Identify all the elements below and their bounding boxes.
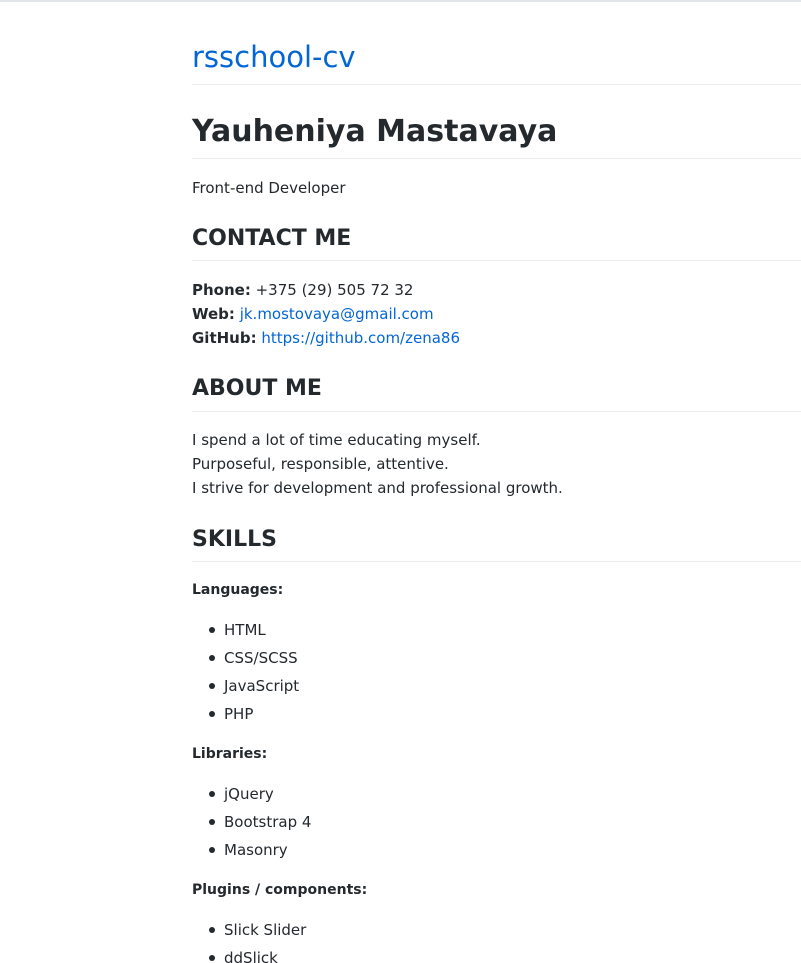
bullet-icon — [209, 627, 215, 633]
skills-group-label: Plugins / components: — [192, 882, 368, 898]
list-item-text: ddSlick — [224, 949, 278, 963]
list-item: JavaScript — [192, 672, 299, 700]
role-text: Front-end Developer — [192, 179, 346, 197]
about-line: Purposeful, responsible, attentive. — [192, 455, 449, 473]
list-item-text: jQuery — [224, 785, 274, 803]
about-line: I spend a lot of time educating myself. — [192, 431, 481, 449]
header-divider — [192, 84, 801, 85]
list-item: Slick Slider — [192, 916, 306, 944]
contact-heading: CONTACT ME — [192, 226, 352, 251]
skills-list: Slick Slider ddSlick — [192, 916, 306, 963]
list-item: jQuery — [192, 780, 311, 808]
bullet-icon — [209, 819, 215, 825]
list-item: PHP — [192, 700, 299, 728]
web-label: Web: — [192, 305, 235, 323]
about-line: I strive for development and professiona… — [192, 479, 563, 497]
skills-group-label: Languages: — [192, 582, 284, 598]
page-title: Yauheniya Mastavaya — [192, 114, 558, 149]
bullet-icon — [209, 847, 215, 853]
bullet-icon — [209, 683, 215, 689]
list-item: CSS/SCSS — [192, 644, 299, 672]
skills-group-label: Libraries: — [192, 746, 268, 762]
list-item: Masonry — [192, 836, 311, 864]
list-item: Bootstrap 4 — [192, 808, 311, 836]
list-item-text: JavaScript — [224, 677, 300, 695]
bullet-icon — [209, 791, 215, 797]
title-divider — [192, 158, 801, 159]
web-line: Web: jk.mostovaya@gmail.com — [192, 302, 434, 326]
skills-list: HTML CSS/SCSS JavaScript PHP — [192, 616, 299, 728]
list-item-text: HTML — [224, 621, 266, 639]
site-title-link[interactable]: rsschool-cv — [192, 38, 356, 76]
github-line: GitHub: https://github.com/zena86 — [192, 326, 460, 350]
bullet-icon — [209, 955, 215, 961]
list-item-text: Masonry — [224, 841, 288, 859]
phone-line: Phone: +375 (29) 505 72 32 — [192, 278, 413, 302]
phone-value: +375 (29) 505 72 32 — [255, 281, 414, 299]
skills-heading: SKILLS — [192, 527, 277, 552]
phone-label: Phone: — [192, 281, 251, 299]
list-item: HTML — [192, 616, 299, 644]
list-item: ddSlick — [192, 944, 306, 963]
skills-list: jQuery Bootstrap 4 Masonry — [192, 780, 311, 864]
bullet-icon — [209, 711, 215, 717]
about-heading: ABOUT ME — [192, 376, 322, 401]
bullet-icon — [209, 655, 215, 661]
skills-divider — [192, 561, 801, 562]
github-label: GitHub: — [192, 329, 257, 347]
email-link[interactable]: jk.mostovaya@gmail.com — [240, 305, 434, 323]
github-link[interactable]: https://github.com/zena86 — [261, 329, 460, 347]
list-item-text: Bootstrap 4 — [224, 813, 312, 831]
list-item-text: PHP — [224, 705, 254, 723]
list-item-text: CSS/SCSS — [224, 649, 298, 667]
bullet-icon — [209, 927, 215, 933]
list-item-text: Slick Slider — [224, 921, 307, 939]
top-border — [0, 0, 801, 2]
about-divider — [192, 411, 801, 412]
contact-divider — [192, 260, 801, 261]
